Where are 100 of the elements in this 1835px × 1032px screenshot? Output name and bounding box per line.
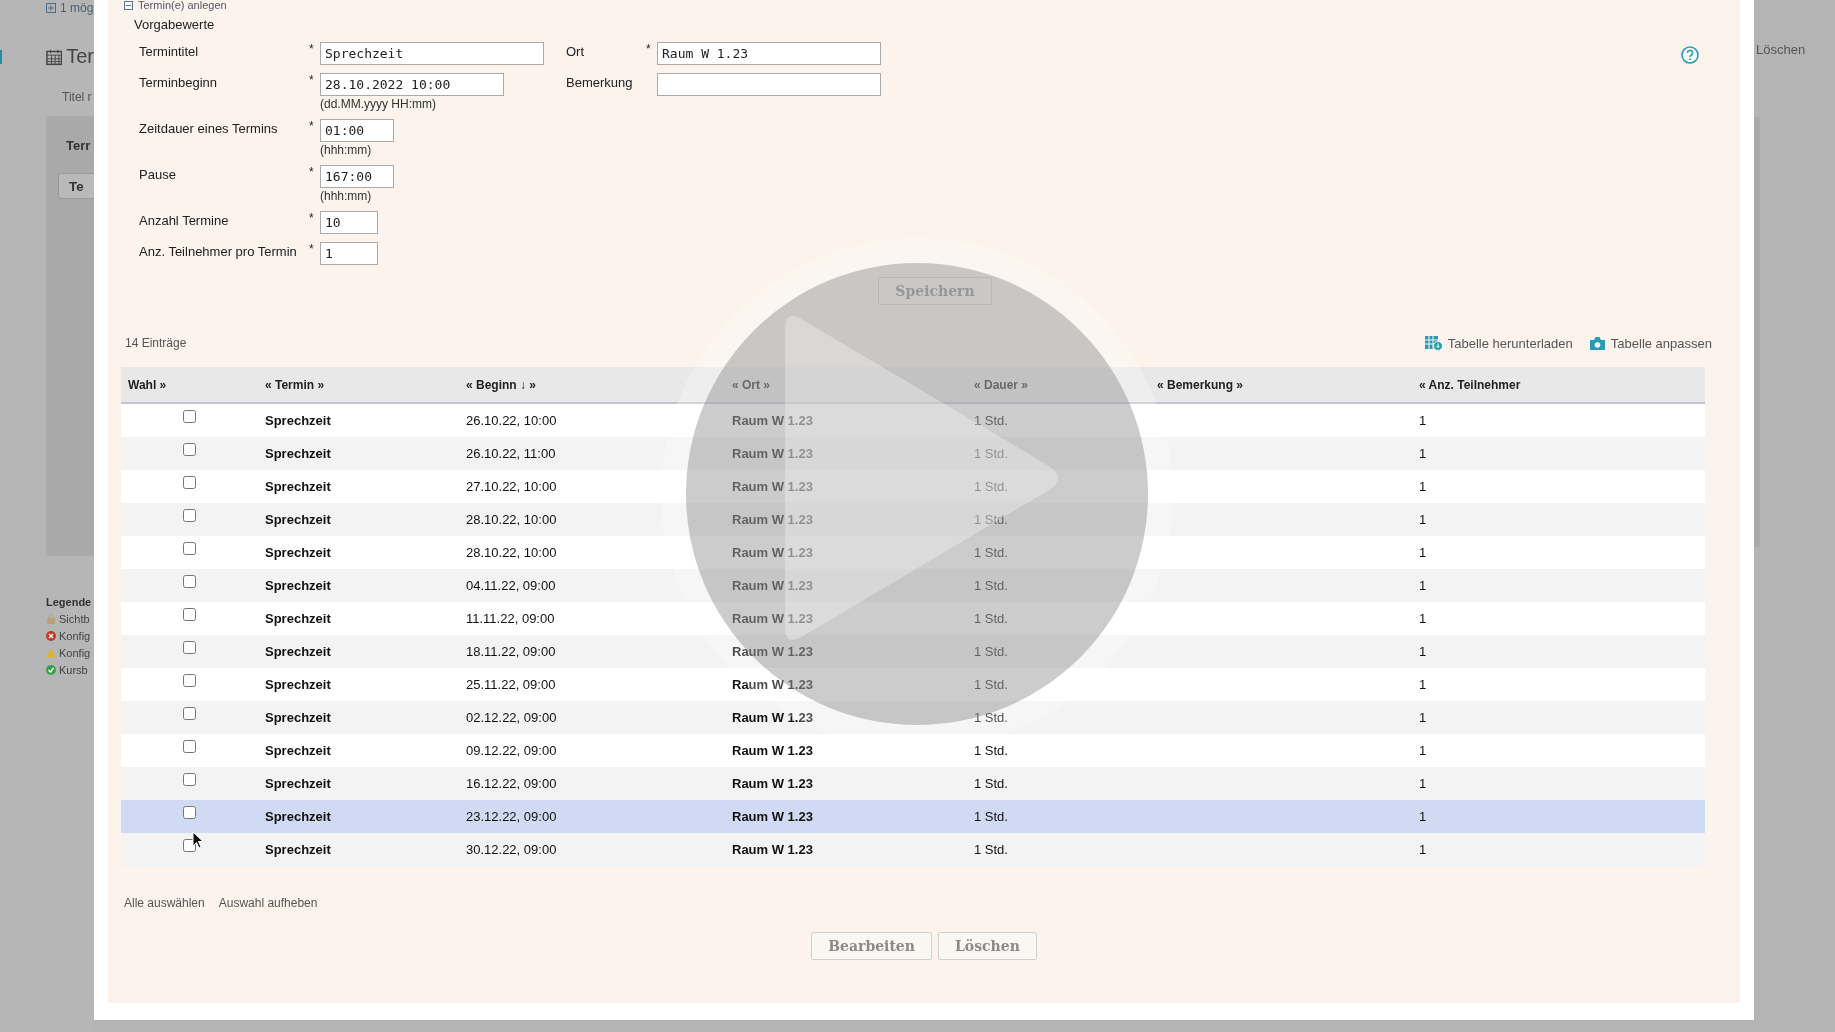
panel-heading: Terr xyxy=(66,138,92,153)
entry-count: 14 Einträge xyxy=(125,336,187,350)
check-icon xyxy=(46,665,56,675)
table-cell-text: Sprechzeit xyxy=(264,743,332,758)
table-cell-text: 1 Std. xyxy=(973,512,1009,527)
input-field[interactable]: Sprechzeit xyxy=(320,42,544,65)
error-icon xyxy=(46,631,56,641)
table-cell-text: Sprechzeit xyxy=(264,677,332,692)
table-download-icon[interactable] xyxy=(1424,335,1443,351)
row-checkbox[interactable] xyxy=(183,608,196,621)
table-cell-text: 16.12.22, 09:00 xyxy=(465,776,558,791)
row-checkbox[interactable] xyxy=(183,839,196,852)
table-cell-text: Raum W 1.23 xyxy=(731,479,814,494)
warning-icon xyxy=(46,648,56,658)
row-checkbox[interactable] xyxy=(183,806,196,819)
table-cell-text: Sprechzeit xyxy=(264,611,332,626)
table-cell-text: Raum W 1.23 xyxy=(731,842,814,857)
table-row[interactable]: Sprechzeit 26.10.22, 11:00 Raum W 1.23 1 Std. 1 xyxy=(121,437,1705,470)
table-cell-text: Raum W 1.23 xyxy=(731,743,814,758)
table-action-link[interactable]: Tabelle anpassen xyxy=(1610,335,1712,351)
column-header[interactable]: « Beginn ↓ » xyxy=(459,377,725,392)
panel-button[interactable]: Te xyxy=(58,173,94,199)
table-row[interactable]: Sprechzeit 25.11.22, 09:00 Raum W 1.23 1 Std. 1 xyxy=(121,668,1705,701)
legend-title: Legende xyxy=(46,596,93,608)
row-checkbox[interactable] xyxy=(183,707,196,720)
lock-icon xyxy=(46,614,56,624)
expand-icon[interactable] xyxy=(46,3,56,13)
table-cell-text: 1 xyxy=(1418,479,1428,494)
table-cell-text: Sprechzeit xyxy=(264,710,332,725)
row-checkbox[interactable] xyxy=(183,674,196,687)
input-field[interactable]: 01:00 xyxy=(320,119,394,142)
table-cell-text: 1 xyxy=(1418,545,1428,560)
table-cell-text: 09.12.22, 09:00 xyxy=(465,743,558,758)
input-field[interactable]: 167:00 xyxy=(320,165,394,188)
table-row[interactable]: Sprechzeit 02.12.22, 09:00 Raum W 1.23 1 Std. 1 xyxy=(121,701,1705,734)
help-icon[interactable] xyxy=(1681,46,1699,64)
table-row[interactable]: Sprechzeit 11.11.22, 09:00 Raum W 1.23 1 Std. 1 xyxy=(121,602,1705,635)
column-header[interactable]: « Bemerkung » xyxy=(1150,377,1412,392)
selection-link[interactable]: Alle auswählen xyxy=(124,896,205,910)
table-row[interactable]: Sprechzeit 30.12.22, 09:00 Raum W 1.23 1 Std. 1 xyxy=(121,833,1705,866)
table-cell-text: Raum W 1.23 xyxy=(731,413,814,428)
table-cell-text: 26.10.22, 10:00 xyxy=(465,413,558,428)
section-title[interactable]: Termin(e) anlegen xyxy=(138,0,227,11)
table-row[interactable]: Sprechzeit 28.10.22, 10:00 Raum W 1.23 1 Std. 1 xyxy=(121,503,1705,536)
table-cell-text: 1 xyxy=(1418,512,1428,527)
selection-link[interactable]: Auswahl aufheben xyxy=(218,896,318,910)
table-cell-text: 1 Std. xyxy=(973,842,1009,857)
table-cell-text: Sprechzeit xyxy=(264,512,332,527)
row-checkbox[interactable] xyxy=(183,773,196,786)
column-header[interactable]: Wahl » xyxy=(121,377,258,392)
table-cell-text: Sprechzeit xyxy=(264,446,332,461)
table-row[interactable]: Sprechzeit 27.10.22, 10:00 Raum W 1.23 1 Std. 1 xyxy=(121,470,1705,503)
input-field[interactable]: 10 xyxy=(320,211,378,234)
table-cell-text: Raum W 1.23 xyxy=(731,446,814,461)
table-cell-text: Raum W 1.23 xyxy=(731,677,814,692)
table-row[interactable]: Sprechzeit 04.11.22, 09:00 Raum W 1.23 1 Std. 1 xyxy=(121,569,1705,602)
table-cell-text: Raum W 1.23 xyxy=(731,578,814,593)
table-cell-text: Sprechzeit xyxy=(264,842,332,857)
table-action-link[interactable]: Tabelle herunterladen xyxy=(1447,335,1573,351)
table-cell-text: Sprechzeit xyxy=(264,578,332,593)
table-cell-text: 1 Std. xyxy=(973,677,1009,692)
collapse-icon[interactable] xyxy=(124,1,133,10)
form-subtitle: Vorgabewerte xyxy=(134,17,216,32)
table-cell-text: 1 xyxy=(1418,743,1428,758)
table-cell-text: 1 Std. xyxy=(973,545,1009,560)
table-row[interactable]: Sprechzeit 18.11.22, 09:00 Raum W 1.23 1 Std. 1 xyxy=(121,635,1705,668)
table-row[interactable]: Sprechzeit 26.10.22, 10:00 Raum W 1.23 1 Std. 1 xyxy=(121,404,1705,437)
legend-text: Sichtb xyxy=(59,613,90,625)
table-cell-text: Sprechzeit xyxy=(264,413,332,428)
input-field[interactable]: 28.10.2022 10:00 xyxy=(320,73,504,96)
required-mark: * xyxy=(308,119,315,133)
table-cell-text: 1 xyxy=(1418,776,1428,791)
input-field[interactable] xyxy=(657,73,881,96)
row-checkbox[interactable] xyxy=(183,641,196,654)
camera-icon[interactable] xyxy=(1588,335,1606,351)
column-header[interactable]: « Anz. Teilnehmer xyxy=(1412,377,1705,392)
column-header[interactable]: « Termin » xyxy=(258,377,459,392)
table-cell-text: 04.11.22, 09:00 xyxy=(465,578,557,593)
row-checkbox[interactable] xyxy=(183,575,196,588)
delete-link[interactable]: Löschen xyxy=(1754,42,1835,57)
input-field[interactable]: 1 xyxy=(320,242,378,265)
table-row[interactable]: Sprechzeit 28.10.22, 10:00 Raum W 1.23 1 Std. 1 xyxy=(121,536,1705,569)
input-field[interactable]: Raum W 1.23 xyxy=(657,42,881,65)
row-checkbox[interactable] xyxy=(183,509,196,522)
legend-text: Konfig xyxy=(59,630,91,642)
row-checkbox[interactable] xyxy=(183,410,196,423)
table-row[interactable]: Sprechzeit 23.12.22, 09:00 Raum W 1.23 1 Std. 1 xyxy=(121,800,1705,833)
field-label: Anz. Teilnehmer pro Termin xyxy=(139,243,298,259)
table-row[interactable]: Sprechzeit 16.12.22, 09:00 Raum W 1.23 1 Std. 1 xyxy=(121,767,1705,800)
table-cell-text: Raum W 1.23 xyxy=(731,611,814,626)
table-cell-text: 28.10.22, 10:00 xyxy=(465,512,558,527)
field-label: Ort xyxy=(566,43,586,59)
row-checkbox[interactable] xyxy=(183,443,196,456)
table-cell-text: 1 xyxy=(1418,809,1428,824)
table-cell-text: 1 xyxy=(1418,446,1428,461)
table-row[interactable]: Sprechzeit 09.12.22, 09:00 Raum W 1.23 1 Std. 1 xyxy=(121,734,1705,767)
row-checkbox[interactable] xyxy=(183,740,196,753)
row-checkbox[interactable] xyxy=(183,476,196,489)
table-cell-text: Raum W 1.23 xyxy=(731,512,814,527)
row-checkbox[interactable] xyxy=(183,542,196,555)
